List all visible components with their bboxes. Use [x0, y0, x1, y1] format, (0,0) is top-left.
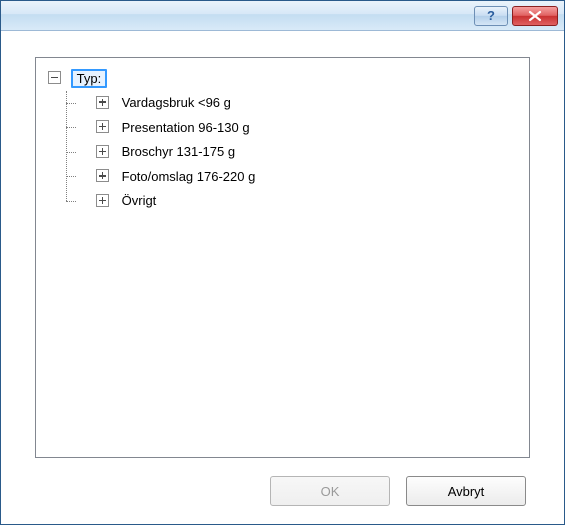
- tree-item[interactable]: Foto/omslag 176-220 g: [76, 164, 525, 189]
- expand-icon[interactable]: [96, 120, 109, 133]
- tree: Typ: Vardagsbruk <96 g Presentation 96-1…: [48, 66, 525, 213]
- cancel-button[interactable]: Avbryt: [406, 476, 526, 506]
- dialog-client: Typ: Vardagsbruk <96 g Presentation 96-1…: [1, 31, 564, 524]
- tree-root[interactable]: Typ: Vardagsbruk <96 g Presentation 96-1…: [48, 66, 525, 213]
- help-icon: ?: [487, 8, 495, 23]
- tree-children: Vardagsbruk <96 g Presentation 96-130 g …: [58, 91, 525, 214]
- tree-item[interactable]: Broschyr 131-175 g: [76, 140, 525, 165]
- dialog-window: ? Typ: Vardagsbruk <96 g: [0, 0, 565, 525]
- expand-icon[interactable]: [96, 96, 109, 109]
- titlebar: ?: [1, 1, 564, 31]
- tree-root-label[interactable]: Typ:: [71, 69, 108, 88]
- tree-panel[interactable]: Typ: Vardagsbruk <96 g Presentation 96-1…: [35, 57, 530, 458]
- expand-icon[interactable]: [96, 194, 109, 207]
- close-button[interactable]: [512, 6, 558, 26]
- tree-item-label[interactable]: Vardagsbruk <96 g: [119, 94, 234, 111]
- expand-icon[interactable]: [96, 169, 109, 182]
- help-button[interactable]: ?: [474, 6, 508, 26]
- expand-icon[interactable]: [96, 145, 109, 158]
- tree-item[interactable]: Övrigt: [76, 189, 525, 214]
- tree-item-label[interactable]: Övrigt: [119, 192, 160, 209]
- tree-item-label[interactable]: Broschyr 131-175 g: [119, 143, 238, 160]
- tree-item-label[interactable]: Foto/omslag 176-220 g: [119, 168, 259, 185]
- tree-item[interactable]: Vardagsbruk <96 g: [76, 91, 525, 116]
- tree-item[interactable]: Presentation 96-130 g: [76, 115, 525, 140]
- collapse-icon[interactable]: [48, 71, 61, 84]
- ok-button[interactable]: OK: [270, 476, 390, 506]
- close-icon: [528, 10, 542, 22]
- tree-item-label[interactable]: Presentation 96-130 g: [119, 119, 253, 136]
- button-row: OK Avbryt: [35, 458, 530, 506]
